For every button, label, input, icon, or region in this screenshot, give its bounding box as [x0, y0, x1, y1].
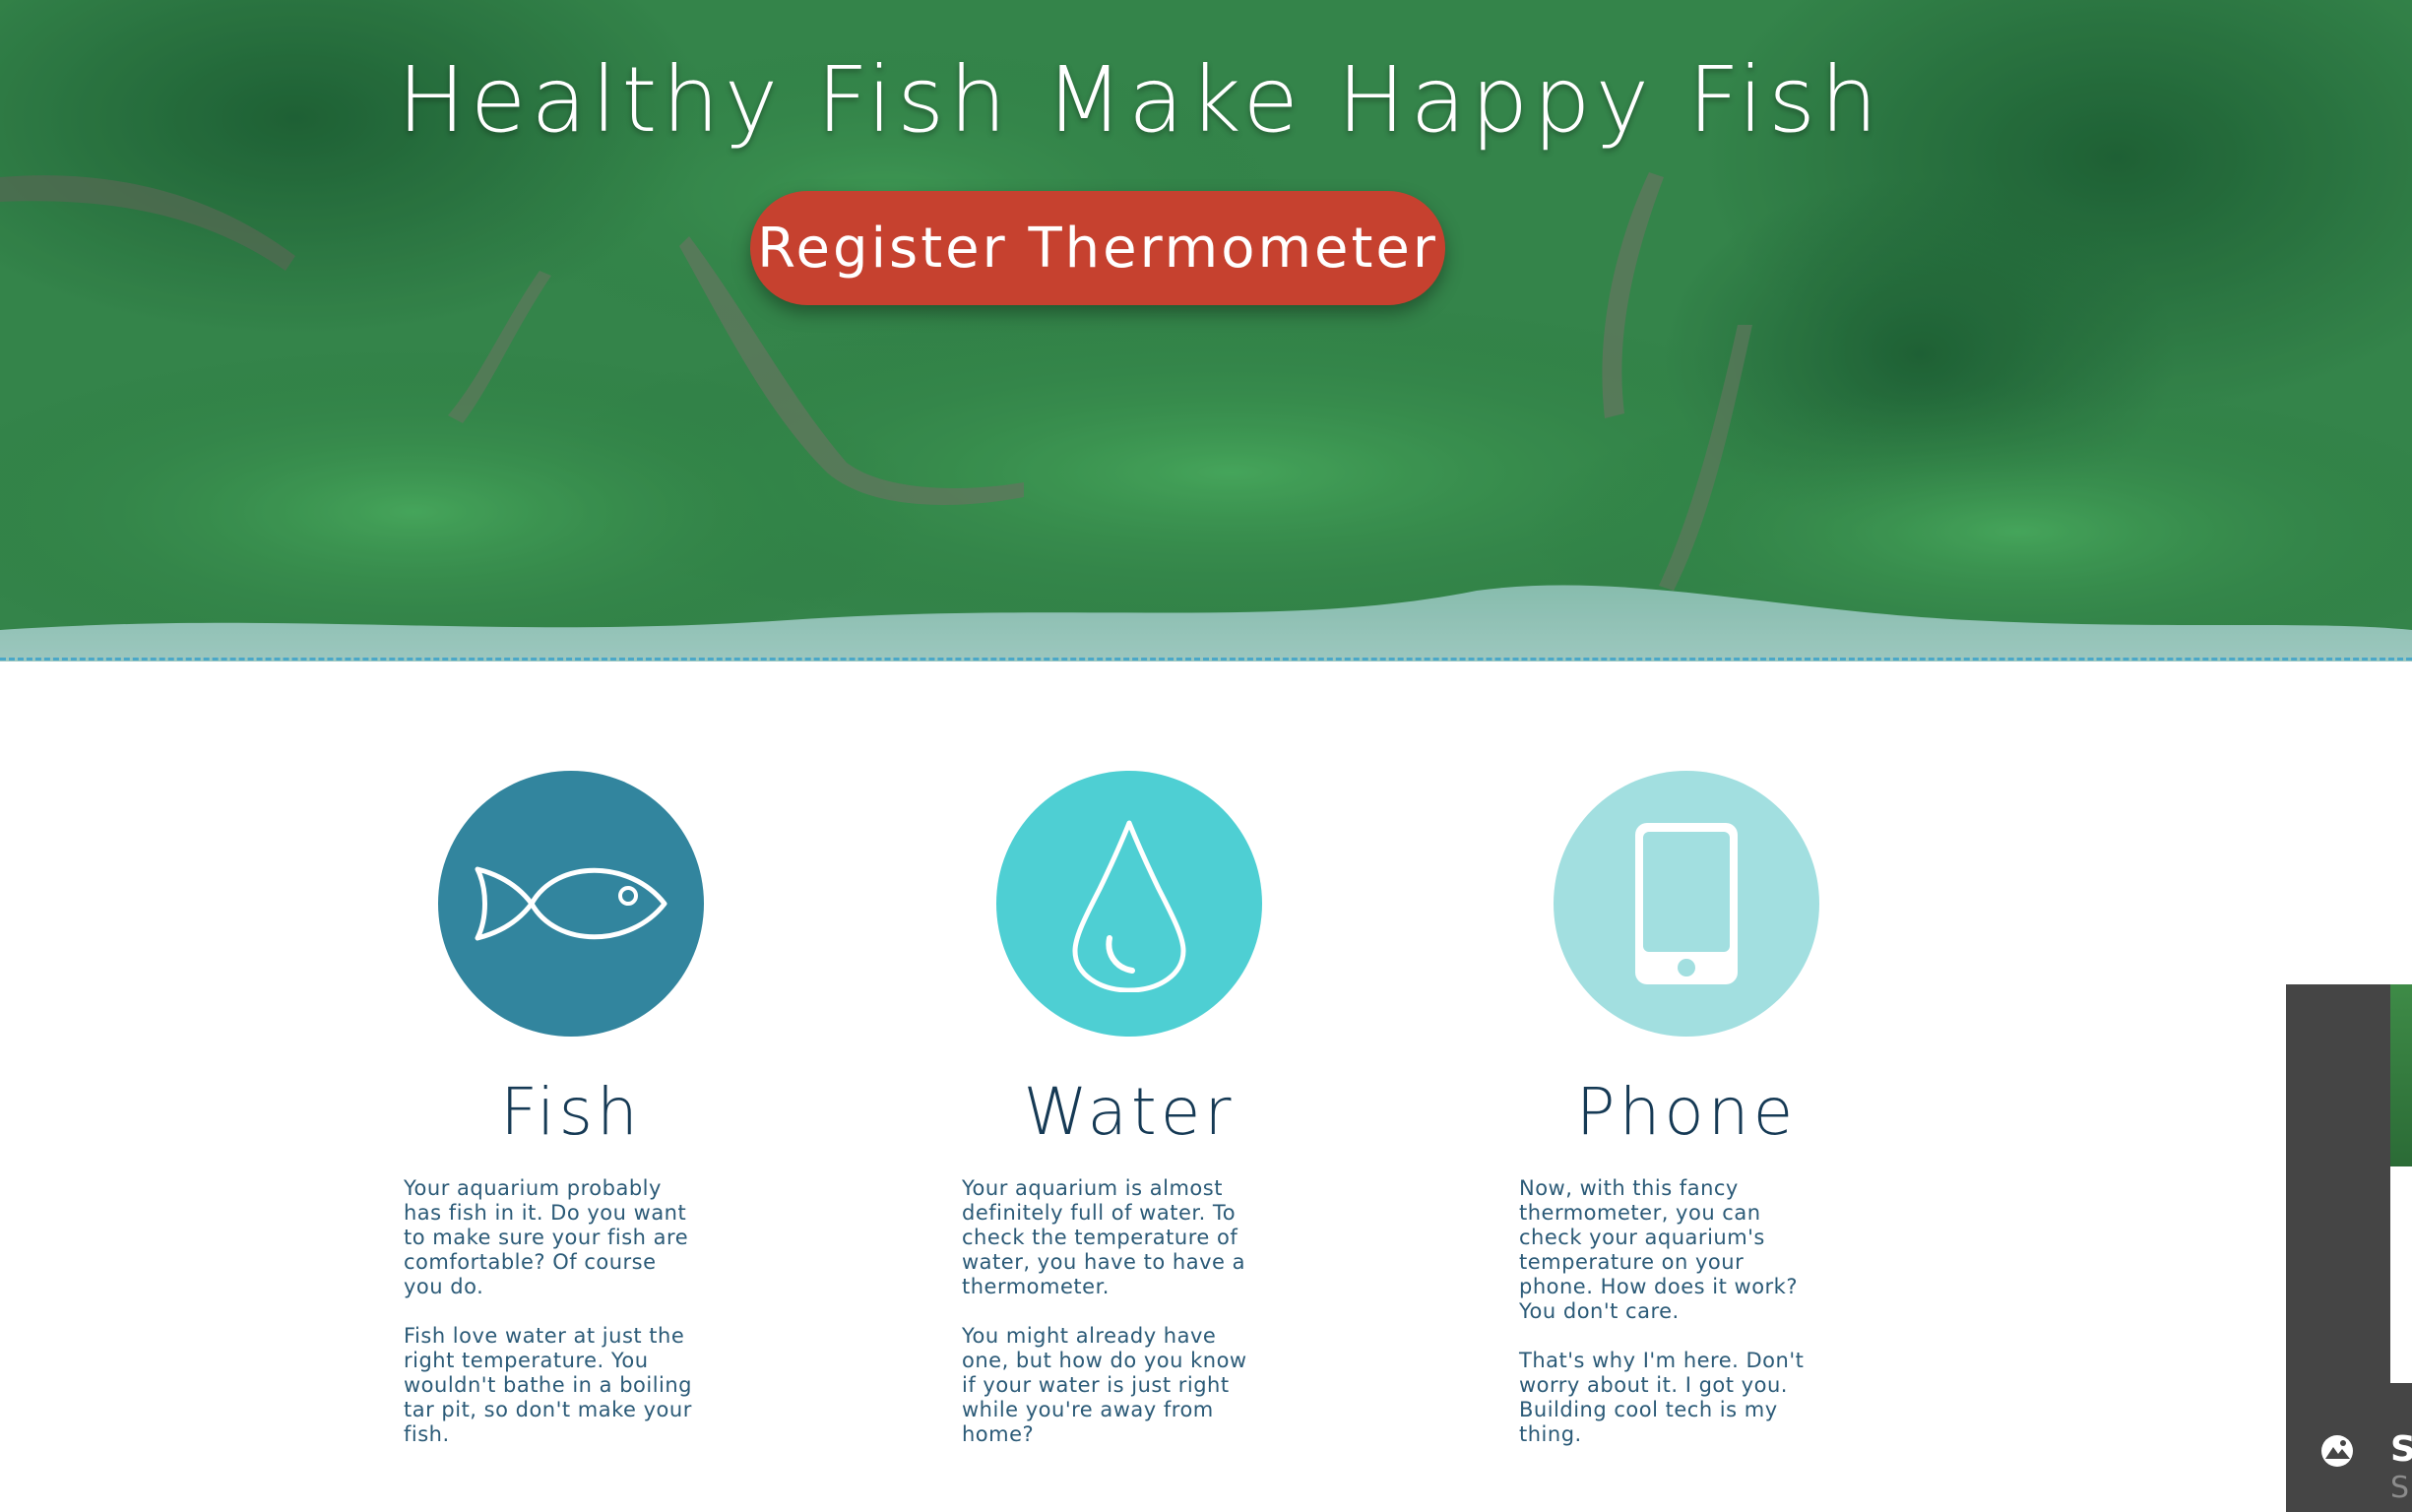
side-panel-title: S	[2390, 1429, 2412, 1470]
hero-banner: Healthy Fish Make Happy Fish Register Th…	[0, 0, 2412, 662]
feature-title: Water	[1023, 1074, 1236, 1150]
feature-paragraph: Fish love water at just the right temper…	[404, 1324, 693, 1446]
register-thermometer-button[interactable]: Register Thermometer	[750, 191, 1445, 305]
hero-divider	[0, 658, 2412, 661]
feature-paragraph: Now, with this fancy thermometer, you ca…	[1519, 1176, 1798, 1323]
mountain-image-icon	[2321, 1435, 2353, 1467]
feature-paragraph: You might already have one, but how do y…	[962, 1324, 1247, 1446]
side-panel-subtitle: S	[2390, 1471, 2410, 1505]
feature-paragraph: Your aquarium probably has fish in it. D…	[404, 1176, 689, 1298]
feature-description: Now, with this fancy thermometer, you ca…	[1519, 1176, 1824, 1472]
feature-title: Phone	[1575, 1074, 1798, 1150]
feature-paragraph: Your aquarium is almost definitely full …	[962, 1176, 1245, 1298]
feature-paragraph: That's why I'm here. Don't worry about i…	[1519, 1349, 1805, 1446]
preview-thumbnail-body	[2390, 1166, 2412, 1383]
water-drop-icon	[1072, 820, 1186, 992]
hero-title: Healthy Fish Make Happy Fish	[397, 47, 1883, 153]
fish-icon	[475, 866, 667, 941]
phone-icon	[1635, 823, 1738, 984]
fish-icon-circle	[438, 771, 704, 1037]
feature-description: Your aquarium is almost definitely full …	[962, 1176, 1257, 1472]
phone-icon-circle	[1554, 771, 1819, 1037]
preview-thumbnail	[2390, 984, 2412, 1166]
water-icon-circle	[996, 771, 1262, 1037]
feature-description: Your aquarium probably has fish in it. D…	[404, 1176, 699, 1472]
feature-title: Fish	[500, 1074, 642, 1150]
side-preview-panel[interactable]: S S	[2286, 984, 2412, 1512]
